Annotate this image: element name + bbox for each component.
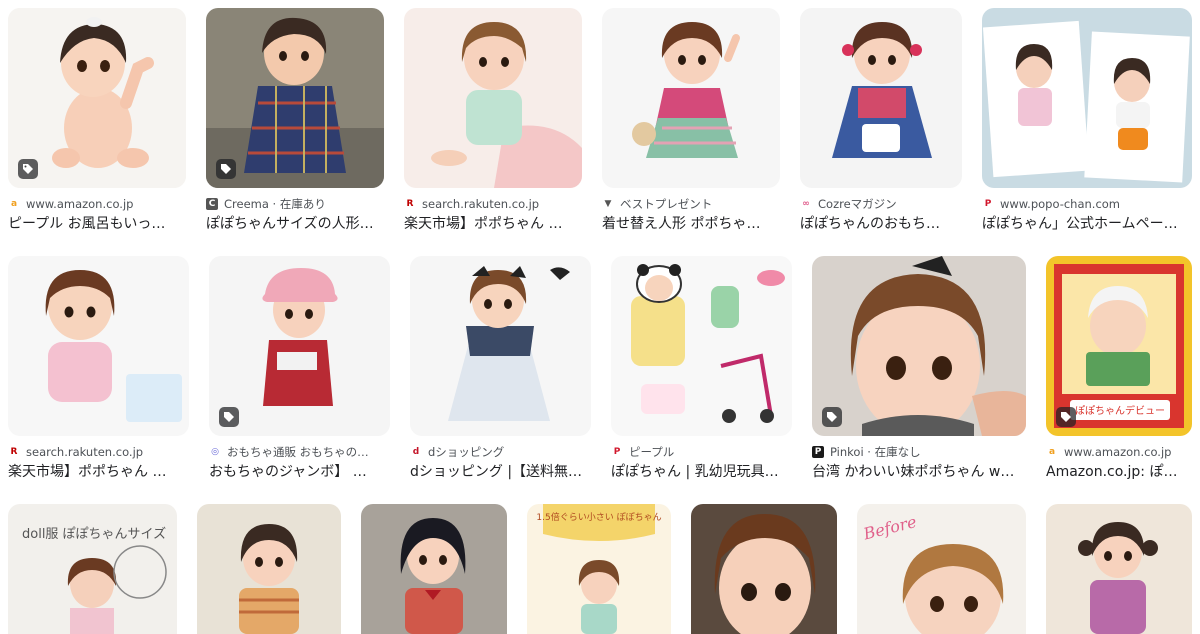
result-title[interactable]: ぽぽちゃんサイズの人形… xyxy=(206,215,384,233)
creema-icon: C xyxy=(206,198,218,210)
image-result-card[interactable] xyxy=(361,504,507,634)
two-dolls-photos-image xyxy=(982,8,1192,188)
result-thumbnail[interactable] xyxy=(800,8,962,188)
result-source[interactable]: P Pinkoi · 在庫なし xyxy=(812,445,1026,459)
doll-face-closeup-image xyxy=(812,256,1026,436)
result-title[interactable]: 楽天市場】ポポちゃん … xyxy=(8,463,189,481)
overlay-text: 1.5倍ぐらい小さい ぽぽちゃん xyxy=(536,511,661,523)
doll-clothes-pattern-image: doll服 ぽぽちゃんサイズ xyxy=(8,504,177,634)
tag-icon xyxy=(216,159,236,179)
result-thumbnail[interactable] xyxy=(8,256,189,436)
doll-panda-accessories-image xyxy=(611,256,792,436)
result-title[interactable]: 台湾 かわいい妹ポポちゃん w… xyxy=(812,463,1026,481)
result-title[interactable]: 着せ替え人形 ポポちゃ… xyxy=(602,215,780,233)
tag-icon xyxy=(18,159,38,179)
result-title[interactable]: 楽天市場】ポポちゃん … xyxy=(404,215,582,233)
result-title[interactable]: dショッピング |【送料無… xyxy=(410,463,591,481)
result-source[interactable]: d dショッピング xyxy=(410,445,591,459)
doll-lace-skirt-image xyxy=(410,256,591,436)
image-result-card[interactable]: Before xyxy=(857,504,1026,634)
result-thumbnail[interactable] xyxy=(197,504,341,634)
popo-chan-icon: P xyxy=(984,199,992,209)
result-source[interactable]: ▼ ベストプレゼント xyxy=(602,197,780,211)
doll-purple-jacket-image xyxy=(1046,504,1192,634)
image-result-card[interactable]: P ピープル ぽぽちゃん | 乳幼児玩具… xyxy=(611,256,792,481)
result-thumbnail[interactable] xyxy=(812,256,1026,436)
cozre-icon: ∞ xyxy=(802,199,810,209)
image-result-card[interactable] xyxy=(1046,504,1192,634)
jumbo-icon: ◎ xyxy=(211,447,219,457)
image-result-card[interactable]: d dショッピング dショッピング |【送料無… xyxy=(410,256,591,481)
image-result-card[interactable]: a www.amazon.co.jp ピープル お風呂もいっ… xyxy=(8,8,186,233)
result-source[interactable]: a www.amazon.co.jp xyxy=(1046,445,1192,459)
image-result-card[interactable] xyxy=(197,504,341,634)
image-result-card[interactable]: C Creema · 在庫あり ぽぽちゃんサイズの人形… xyxy=(206,8,384,233)
box-brand-text: ぽぽちゃんデビュー xyxy=(1075,404,1165,417)
image-result-card[interactable]: ∞ Cozreマガジン ぽぽちゃんのおもち… xyxy=(800,8,962,233)
result-thumbnail[interactable] xyxy=(361,504,507,634)
image-result-card[interactable]: P Pinkoi · 在庫なし 台湾 かわいい妹ポポちゃん w… xyxy=(812,256,1026,481)
result-thumbnail[interactable] xyxy=(410,256,591,436)
image-result-card[interactable] xyxy=(691,504,837,634)
result-thumbnail[interactable]: Before xyxy=(857,504,1026,634)
result-source[interactable]: a www.amazon.co.jp xyxy=(8,197,186,211)
result-title[interactable]: ぽぽちゃん | 乳幼児玩具… xyxy=(611,463,792,481)
result-source[interactable]: R search.rakuten.co.jp xyxy=(404,197,582,211)
tag-icon xyxy=(1056,407,1076,427)
doll-black-hair-image xyxy=(361,504,507,634)
image-result-card[interactable]: R search.rakuten.co.jp 楽天市場】ポポちゃん … xyxy=(404,8,582,233)
doll-sweater-image xyxy=(197,504,341,634)
result-thumbnail[interactable] xyxy=(982,8,1192,188)
result-thumbnail[interactable] xyxy=(602,8,780,188)
result-thumbnail[interactable]: doll服 ぽぽちゃんサイズ xyxy=(8,504,177,634)
image-result-card[interactable]: P www.popo-chan.com ぽぽちゃん」公式ホームペー… xyxy=(982,8,1192,233)
result-title[interactable]: ぽぽちゃん」公式ホームペー… xyxy=(982,215,1192,233)
amazon-icon: a xyxy=(10,199,18,209)
doll-denim-dress-image xyxy=(800,8,962,188)
rakuten-icon: R xyxy=(10,447,18,457)
tag-icon xyxy=(219,407,239,427)
result-source[interactable]: P ピープル xyxy=(611,445,792,459)
tag-icon xyxy=(822,407,842,427)
result-thumbnail[interactable]: ぽぽちゃんデビュー xyxy=(1046,256,1192,436)
rakuten-icon: R xyxy=(406,199,414,209)
result-source[interactable]: R search.rakuten.co.jp xyxy=(8,445,189,459)
result-title[interactable]: Amazon.co.jp: ぽ… xyxy=(1046,463,1192,481)
image-result-card[interactable]: ぽぽちゃんデビュー a www.amazon.co.jp Amazon.co.j… xyxy=(1046,256,1192,481)
gift-icon: ▼ xyxy=(604,199,612,209)
result-thumbnail[interactable]: 1.5倍ぐらい小さい ぽぽちゃん xyxy=(527,504,671,634)
doll-face-brown-hair-image xyxy=(691,504,837,634)
result-thumbnail[interactable] xyxy=(209,256,390,436)
result-thumbnail[interactable] xyxy=(404,8,582,188)
result-source[interactable]: C Creema · 在庫あり xyxy=(206,197,384,211)
result-thumbnail[interactable] xyxy=(1046,504,1192,634)
pinkoi-icon: P xyxy=(812,446,824,458)
small-doll-comparison-image: 1.5倍ぐらい小さい ぽぽちゃん xyxy=(527,504,671,634)
result-thumbnail[interactable] xyxy=(206,8,384,188)
result-source[interactable]: ◎ おもちゃ通販 おもちゃの… xyxy=(209,445,390,459)
image-result-card[interactable]: doll服 ぽぽちゃんサイズ xyxy=(8,504,177,634)
image-result-card[interactable]: ▼ ベストプレゼント 着せ替え人形 ポポちゃ… xyxy=(602,8,780,233)
result-title[interactable]: ピープル お風呂もいっ… xyxy=(8,215,186,233)
amazon-icon: a xyxy=(1048,447,1056,457)
result-source[interactable]: P www.popo-chan.com xyxy=(982,197,1192,211)
image-result-card[interactable]: ◎ おもちゃ通販 おもちゃの… おもちゃのジャンボ】 … xyxy=(209,256,390,481)
result-source[interactable]: ∞ Cozreマガジン xyxy=(800,197,962,211)
dshop-icon: d xyxy=(412,447,420,457)
result-title[interactable]: ぽぽちゃんのおもち… xyxy=(800,215,962,233)
overlay-text: doll服 ぽぽちゃんサイズ xyxy=(22,526,166,542)
doll-sitting-blanket-image xyxy=(404,8,582,188)
people-icon: P xyxy=(613,447,621,457)
image-result-card[interactable]: R search.rakuten.co.jp 楽天市場】ポポちゃん … xyxy=(8,256,189,481)
result-thumbnail[interactable] xyxy=(611,256,792,436)
result-thumbnail[interactable] xyxy=(8,8,186,188)
image-result-card[interactable]: 1.5倍ぐらい小さい ぽぽちゃん xyxy=(527,504,671,634)
doll-pink-outfit-image xyxy=(8,256,189,436)
doll-pink-cardigan-image xyxy=(602,8,780,188)
result-title[interactable]: おもちゃのジャンボ】 … xyxy=(209,463,390,481)
result-thumbnail[interactable] xyxy=(691,504,837,634)
doll-before-after-image: Before xyxy=(857,504,1026,634)
